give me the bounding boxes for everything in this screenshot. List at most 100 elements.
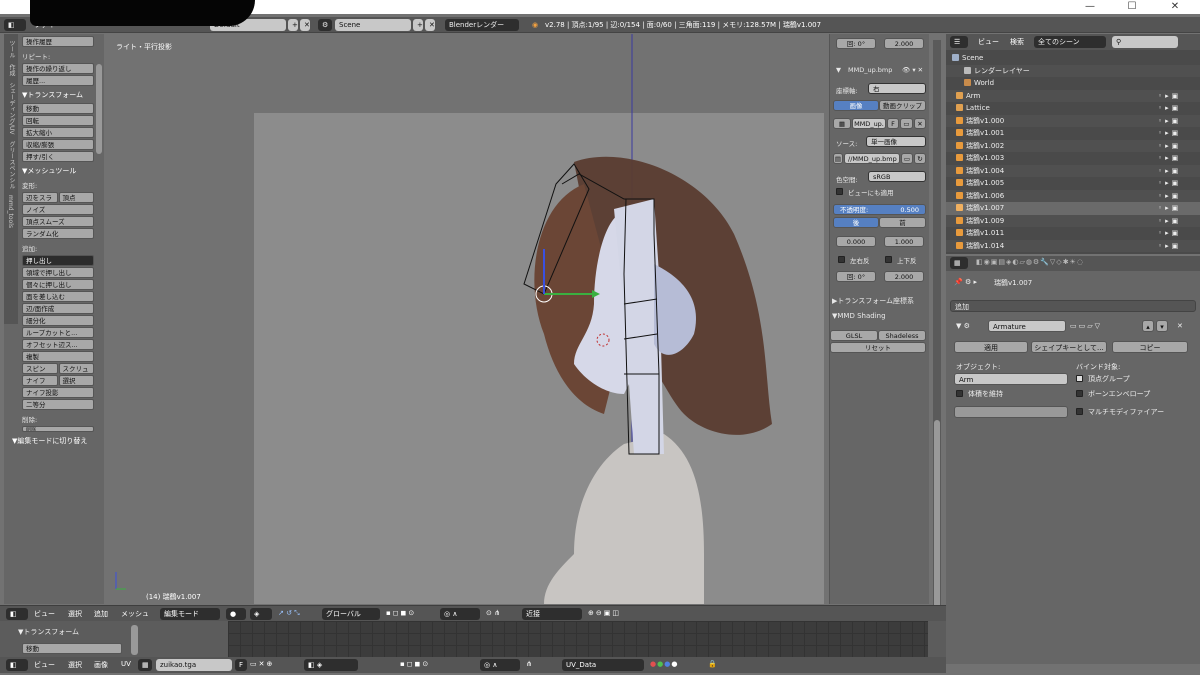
preserve-volume-checkbox[interactable]: [956, 390, 963, 397]
scene-icon[interactable]: ⚙: [318, 19, 332, 31]
outliner-row[interactable]: 瑞鶴v1.006 ◦▸▣: [946, 189, 1200, 203]
randomize-button[interactable]: ランダム化: [22, 228, 94, 239]
knife-select-button[interactable]: 選択: [58, 375, 94, 386]
smooth-vertex-button[interactable]: 頂点スムーズ: [22, 216, 94, 227]
image-browse-icon[interactable]: ▦: [833, 118, 851, 129]
scene-close-icon[interactable]: ✕: [425, 19, 435, 31]
tab-image[interactable]: 画像: [833, 100, 879, 111]
tab-movie-clip[interactable]: 動画クリップ: [879, 100, 926, 111]
restrict-toggle-icons[interactable]: ◦▸▣: [1158, 90, 1181, 103]
outliner-row[interactable]: 瑞鶴v1.014 ◦▸▣: [946, 239, 1200, 252]
tab-grease[interactable]: グリースペンシル: [7, 141, 16, 189]
extrude-individual-button[interactable]: 個々に押し出し: [22, 279, 94, 290]
bg-size-field[interactable]: 2.000: [884, 38, 924, 49]
uv-image-actions-icons[interactable]: ▭✕⊕: [250, 660, 274, 668]
spin-button[interactable]: スピン: [22, 363, 58, 374]
uv-move-button[interactable]: 移動: [22, 643, 122, 654]
outliner-row[interactable]: 瑞鶴v1.007 ◦▸▣: [946, 202, 1200, 215]
modifier-visibility-icon[interactable]: ▭▭▱▽: [1070, 322, 1102, 330]
outliner-search-menu[interactable]: 検索: [1010, 37, 1024, 47]
mode-select[interactable]: 編集モード: [160, 608, 220, 620]
apply-button[interactable]: 適用: [954, 341, 1028, 353]
uv-menu-view[interactable]: ビュー: [34, 660, 55, 670]
uv-transform-header[interactable]: ▼トランスフォーム: [18, 627, 79, 637]
close-icon[interactable]: ✕: [1155, 0, 1195, 14]
tab-mmd[interactable]: mmd_tools: [7, 195, 14, 228]
maximize-icon[interactable]: ☐: [1112, 0, 1152, 14]
move-button[interactable]: 移動: [22, 103, 94, 114]
vertex-group-field[interactable]: [954, 406, 1068, 418]
render-engine-select[interactable]: Blenderレンダー: [445, 19, 519, 31]
vertex-groups-checkbox[interactable]: [1076, 375, 1083, 382]
vertex-slide-button[interactable]: 頂点: [58, 192, 94, 203]
outliner-row[interactable]: Scene: [946, 52, 1200, 65]
screw-button[interactable]: スクリュ: [58, 363, 94, 374]
uv-proportional-icon[interactable]: ◎ ∧: [480, 659, 520, 671]
mmd-shading-header[interactable]: ▼MMD Shading: [832, 312, 886, 320]
image-datablock-field[interactable]: MMD_up.: [852, 118, 886, 129]
menu-mesh[interactable]: メッシュ: [121, 609, 149, 619]
tab-shading[interactable]: シェーディング/UV: [7, 82, 16, 135]
extrude-region-button[interactable]: 領域で押し出し: [22, 267, 94, 278]
uv-select-mode-icons[interactable]: ▪◻◼⊙: [400, 660, 430, 668]
modifier-remove-icon[interactable]: ✕: [1177, 322, 1183, 330]
fake-user-button[interactable]: F: [887, 118, 899, 129]
uv-map-select[interactable]: UV_Data: [562, 659, 644, 671]
size2-field[interactable]: 2.000: [884, 271, 924, 282]
modifier-up-icon[interactable]: ▴: [1142, 320, 1154, 332]
shading-select-icon[interactable]: ●: [226, 608, 246, 620]
uv-menu-image[interactable]: 画像: [94, 660, 108, 670]
restrict-toggle-icons[interactable]: ◦▸▣: [1158, 102, 1181, 115]
outliner-row[interactable]: Lattice ◦▸▣: [946, 102, 1200, 115]
restrict-toggle-icons[interactable]: ◦▸▣: [1158, 202, 1181, 215]
snap-toggle-icon[interactable]: ⊙ ⋔: [486, 609, 500, 617]
edge-slide-button[interactable]: 辺をスラ: [22, 192, 58, 203]
history-button[interactable]: 操作履歴: [22, 36, 94, 47]
duplicate-button[interactable]: 複製: [22, 351, 94, 362]
uv-editor-icon[interactable]: ◧: [6, 659, 28, 671]
editmode-toggle-header[interactable]: ▼編集モードに切り替え: [12, 436, 94, 446]
outliner-filter-select[interactable]: 全てのシーン: [1034, 36, 1106, 48]
outliner-row[interactable]: 瑞鶴v1.011 ◦▸▣: [946, 227, 1200, 240]
transform-header[interactable]: ▼トランスフォーム: [22, 90, 94, 100]
mesh-tools-header[interactable]: ▼メッシュツール: [22, 166, 94, 176]
image-path-field[interactable]: //MMD_up.bmp: [844, 153, 900, 164]
menu-view[interactable]: ビュー: [34, 609, 55, 619]
viewport-editor-icon[interactable]: ◧: [6, 608, 28, 620]
colorspace-select[interactable]: sRGB: [868, 171, 926, 182]
pivot-select-icon[interactable]: ◈: [250, 608, 272, 620]
delete-button[interactable]: 削除: [22, 426, 94, 432]
restrict-toggle-icons[interactable]: ◦▸▣: [1158, 227, 1181, 240]
unlink-image-icon[interactable]: ✕: [914, 118, 926, 129]
restrict-toggle-icons[interactable]: ◦▸▣: [1158, 165, 1181, 178]
knife-button[interactable]: ナイフ: [22, 375, 58, 386]
lock-icon[interactable]: 🔒: [708, 660, 717, 668]
menu-select[interactable]: 選択: [68, 609, 82, 619]
channel-display-icons[interactable]: ●●●●: [650, 660, 678, 668]
screen-add-icon[interactable]: +: [288, 19, 298, 31]
restrict-toggle-icons[interactable]: ◦▸▣: [1158, 127, 1181, 140]
offset-edge-button[interactable]: オフセット辺ス...: [22, 339, 94, 350]
outliner-row[interactable]: 瑞鶴v1.001 ◦▸▣: [946, 127, 1200, 140]
shrink-fatten-button[interactable]: 収縮/膨張: [22, 139, 94, 150]
push-pull-button[interactable]: 押す/引く: [22, 151, 94, 162]
toolshelf-scrollbar[interactable]: [96, 64, 102, 154]
view-too-checkbox[interactable]: [836, 188, 843, 195]
properties-editor-icon[interactable]: ▦: [950, 257, 968, 269]
outliner-row[interactable]: 瑞鶴v1.009 ◦▸▣: [946, 214, 1200, 227]
apply-shapekey-button[interactable]: シェイプキーとして...: [1031, 341, 1107, 353]
knife-project-button[interactable]: ナイフ投影: [22, 387, 94, 398]
outliner-row[interactable]: Arm ◦▸▣: [946, 89, 1200, 103]
uv-fake-user-button[interactable]: F: [235, 659, 247, 671]
restrict-toggle-icons[interactable]: ◦▸▣: [1158, 190, 1181, 203]
context-tabs-icon[interactable]: ◧◉▣▤◈◐▱◍⚙🔧▽◇✱☀◌: [976, 258, 1084, 266]
sidebar-scrollbar[interactable]: [933, 40, 941, 640]
scale-button[interactable]: 拡大縮小: [22, 127, 94, 138]
outliner-row[interactable]: 瑞鶴v1.005 ◦▸▣: [946, 177, 1200, 190]
uv-pivot-select-icon[interactable]: ◧ ◈: [304, 659, 358, 671]
copy-modifier-button[interactable]: コピー: [1112, 341, 1188, 353]
scene-field[interactable]: Scene: [335, 19, 411, 31]
outliner-row[interactable]: 瑞鶴v1.003 ◦▸▣: [946, 152, 1200, 165]
proportional-icon[interactable]: ◎ ∧: [440, 608, 480, 620]
restrict-toggle-icons[interactable]: ◦▸▣: [1158, 177, 1181, 190]
